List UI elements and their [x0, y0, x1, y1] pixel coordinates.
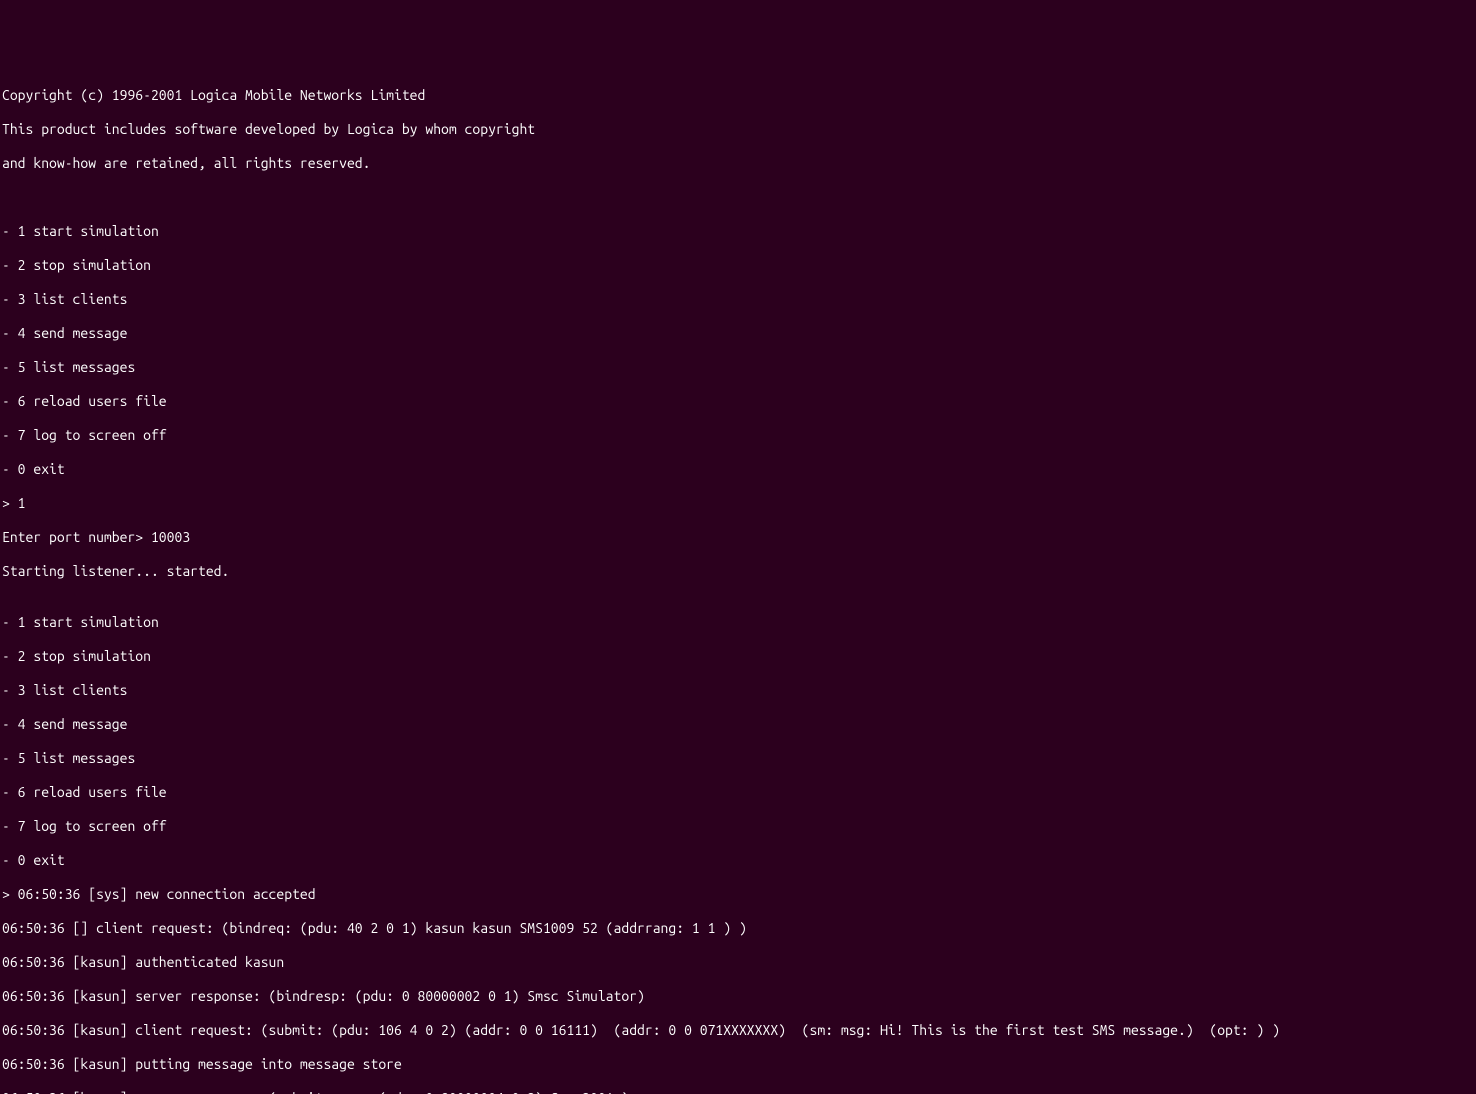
terminal-line: - 2 stop simulation [2, 648, 1474, 665]
terminal-line: 06:50:36 [] client request: (bindreq: (p… [2, 920, 1474, 937]
terminal-line: 06:50:36 [kasun] server response: (bindr… [2, 988, 1474, 1005]
terminal-line: 06:50:36 [kasun] server response: (submi… [2, 1090, 1474, 1094]
terminal-line: - 3 list clients [2, 682, 1474, 699]
terminal-line: and know-how are retained, all rights re… [2, 155, 1474, 172]
terminal-line: 06:50:36 [kasun] client request: (submit… [2, 1022, 1474, 1039]
terminal-line: - 1 start simulation [2, 223, 1474, 240]
terminal-line: - 1 start simulation [2, 614, 1474, 631]
terminal-line: > 06:50:36 [sys] new connection accepted [2, 886, 1474, 903]
terminal-output[interactable]: Copyright (c) 1996-2001 Logica Mobile Ne… [2, 70, 1474, 613]
terminal-line: - 6 reload users file [2, 784, 1474, 801]
terminal-line: - 4 send message [2, 325, 1474, 342]
terminal-line: Starting listener... started. [2, 563, 1474, 580]
terminal-line: - 5 list messages [2, 359, 1474, 376]
terminal-line: - 4 send message [2, 716, 1474, 733]
terminal-line: - 0 exit [2, 852, 1474, 869]
terminal-line: - 7 log to screen off [2, 427, 1474, 444]
terminal-line: 06:50:36 [kasun] putting message into me… [2, 1056, 1474, 1073]
terminal-line: - 0 exit [2, 461, 1474, 478]
terminal-line: - 6 reload users file [2, 393, 1474, 410]
terminal-line: > 1 [2, 495, 1474, 512]
terminal-line: 06:50:36 [kasun] authenticated kasun [2, 954, 1474, 971]
terminal-line: This product includes software developed… [2, 121, 1474, 138]
terminal-line: - 2 stop simulation [2, 257, 1474, 274]
terminal-line: - 3 list clients [2, 291, 1474, 308]
terminal-line: Enter port number> 10003 [2, 529, 1474, 546]
terminal-line: - 7 log to screen off [2, 818, 1474, 835]
terminal-line: Copyright (c) 1996-2001 Logica Mobile Ne… [2, 87, 1474, 104]
terminal-line: - 5 list messages [2, 750, 1474, 767]
